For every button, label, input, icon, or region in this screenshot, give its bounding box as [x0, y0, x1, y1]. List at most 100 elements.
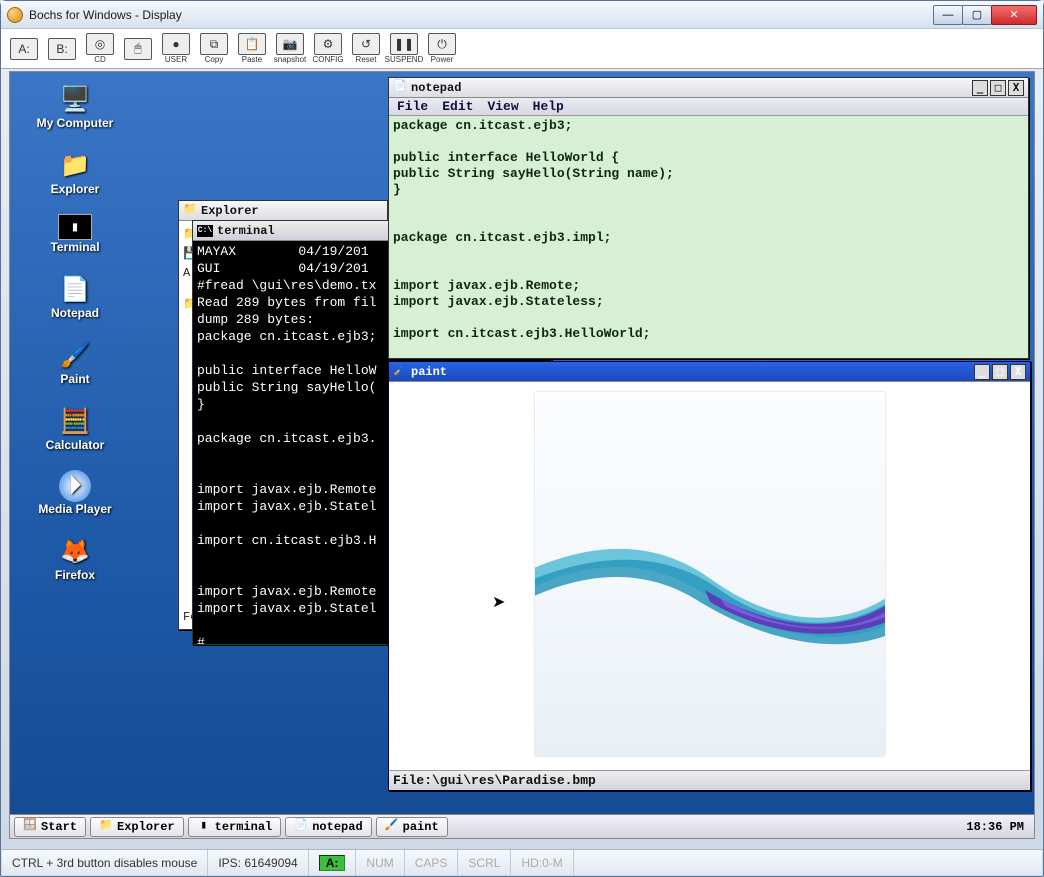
desktop-icon-paint[interactable]: 🖌️Paint	[20, 338, 130, 386]
taskbar-clock: 18:36 PM	[960, 821, 1030, 833]
status-num: NUM	[356, 850, 404, 875]
status-hd: HD:0-M	[511, 850, 573, 875]
taskbar-item-icon: ▮	[197, 820, 211, 834]
taskbar-item-notepad[interactable]: 📄 notepad	[285, 817, 371, 837]
taskbar-item-icon: 📄	[294, 820, 308, 834]
paint-title: paint	[411, 366, 447, 378]
toolbar-label: Paste	[242, 56, 262, 64]
cursor-icon: ➤	[492, 592, 505, 612]
desktop-icon-label: Paint	[60, 372, 89, 386]
desktop-icon-my-computer[interactable]: 🖥️My Computer	[20, 82, 130, 130]
toolbar-glyph: ●	[162, 33, 190, 55]
taskbar-item-icon: 📁	[99, 820, 113, 834]
outer-close-button[interactable]: ✕	[991, 5, 1037, 25]
toolbar-btn-6[interactable]: 📋Paste	[235, 31, 269, 67]
paint-titlebar[interactable]: 🖌️ paint _ □ X	[389, 362, 1030, 382]
desktop-icon-glyph: 🖌️	[56, 338, 94, 372]
notepad-max-button[interactable]: □	[990, 80, 1006, 96]
taskbar-item-explorer[interactable]: 📁 Explorer	[90, 817, 184, 837]
bochs-window: Bochs for Windows - Display — ▢ ✕ A:B:◎C…	[0, 0, 1044, 877]
desktop-icon-terminal[interactable]: ▮Terminal	[20, 214, 130, 254]
taskbar-item-label: Explorer	[117, 821, 175, 833]
terminal-title: terminal	[217, 225, 275, 237]
desktop-icon-glyph: 🧮	[56, 404, 94, 438]
desktop-icon-explorer[interactable]: 📁Explorer	[20, 148, 130, 196]
menu-file[interactable]: File	[397, 98, 428, 115]
notepad-window[interactable]: 📄 notepad _ □ X File Edit View Help pack…	[388, 77, 1029, 359]
toolbar-glyph: ⧉	[200, 33, 228, 55]
toolbar-btn-4[interactable]: ●USER	[159, 31, 193, 67]
desktop-icon-label: Firefox	[55, 568, 95, 582]
menu-help[interactable]: Help	[533, 98, 564, 115]
status-ips: IPS: 61649094	[208, 850, 308, 875]
taskbar-item-label: terminal	[215, 821, 273, 833]
status-scrl: SCRL	[458, 850, 511, 875]
toolbar-label: CONFIG	[312, 56, 343, 64]
desktop-icon-notepad[interactable]: 📄Notepad	[20, 272, 130, 320]
toolbar-btn-7[interactable]: 📷snapshot	[273, 31, 307, 67]
taskbar-item-label: paint	[403, 821, 439, 833]
desktop-icon-label: Notepad	[51, 306, 99, 320]
paint-body[interactable]: ➤	[389, 382, 1030, 770]
status-mouse: CTRL + 3rd button disables mouse	[2, 850, 208, 875]
toolbar-glyph: 📋	[238, 33, 266, 55]
toolbar-label: USER	[165, 56, 187, 64]
outer-title: Bochs for Windows - Display	[29, 8, 182, 22]
toolbar-label: Power	[431, 56, 454, 64]
toolbar-label: Reset	[356, 56, 377, 64]
emulated-desktop[interactable]: 🖥️My Computer📁Explorer▮Terminal📄Notepad🖌…	[9, 71, 1035, 839]
desktop-icon-firefox[interactable]: 🦊Firefox	[20, 534, 130, 582]
explorer-titlebar[interactable]: 📁 Explorer	[179, 201, 387, 221]
outer-titlebar[interactable]: Bochs for Windows - Display — ▢ ✕	[1, 1, 1043, 29]
wave-image	[535, 532, 885, 652]
toolbar-label: snapshot	[274, 56, 306, 64]
desktop-icon-label: My Computer	[37, 116, 114, 130]
toolbar-glyph: 🖱	[124, 38, 152, 60]
desktop-icon-glyph: ⏵	[59, 470, 91, 502]
notepad-body[interactable]: package cn.itcast.ejb3; public interface…	[389, 116, 1028, 358]
desktop-icon-media-player[interactable]: ⏵Media Player	[20, 470, 130, 516]
folder-icon: 📁	[183, 204, 197, 218]
bochs-statusbar: CTRL + 3rd button disables mouse IPS: 61…	[2, 849, 1042, 875]
toolbar-glyph: A:	[10, 38, 38, 60]
terminal-icon: C:\	[197, 225, 213, 237]
taskbar-item-paint[interactable]: 🖌️ paint	[376, 817, 448, 837]
desktop-icon-calculator[interactable]: 🧮Calculator	[20, 404, 130, 452]
explorer-title: Explorer	[201, 205, 259, 217]
taskbar-item-label: notepad	[312, 821, 362, 833]
toolbar-btn-2[interactable]: ◎CD	[83, 31, 117, 67]
desktop-icon-glyph: ▮	[58, 214, 92, 240]
toolbar-btn-5[interactable]: ⧉Copy	[197, 31, 231, 67]
toolbar-btn-9[interactable]: ↺Reset	[349, 31, 383, 67]
notepad-icon: 📄	[393, 81, 407, 95]
toolbar-btn-3[interactable]: 🖱	[121, 31, 155, 67]
toolbar-btn-11[interactable]: ⏻Power	[425, 31, 459, 67]
menu-edit[interactable]: Edit	[442, 98, 473, 115]
toolbar-glyph: ◎	[86, 33, 114, 55]
toolbar-btn-10[interactable]: ❚❚SUSPEND	[387, 31, 421, 67]
toolbar-glyph: ⚙	[314, 33, 342, 55]
taskbar-item-terminal[interactable]: ▮ terminal	[188, 817, 282, 837]
desktop-icon-label: Terminal	[50, 240, 99, 254]
paint-min-button[interactable]: _	[974, 364, 990, 380]
toolbar-btn-0[interactable]: A:	[7, 31, 41, 67]
start-label: Start	[41, 821, 77, 833]
toolbar-label: CD	[94, 56, 106, 64]
notepad-min-button[interactable]: _	[972, 80, 988, 96]
notepad-close-button[interactable]: X	[1008, 80, 1024, 96]
status-a-badge: A:	[319, 855, 346, 871]
toolbar-btn-8[interactable]: ⚙CONFIG	[311, 31, 345, 67]
paint-icon: 🖌️	[393, 365, 407, 379]
paint-canvas[interactable]	[535, 392, 885, 756]
notepad-title: notepad	[411, 82, 461, 94]
menu-view[interactable]: View	[487, 98, 518, 115]
outer-max-button[interactable]: ▢	[962, 5, 992, 25]
outer-min-button[interactable]: —	[933, 5, 963, 25]
toolbar-btn-1[interactable]: B:	[45, 31, 79, 67]
paint-window[interactable]: 🖌️ paint _ □ X ➤	[388, 361, 1031, 791]
taskbar-item-icon: 🖌️	[385, 820, 399, 834]
paint-max-button[interactable]: □	[992, 364, 1008, 380]
start-button[interactable]: 🪟 Start	[14, 817, 86, 837]
paint-close-button[interactable]: X	[1010, 364, 1026, 380]
notepad-titlebar[interactable]: 📄 notepad _ □ X	[389, 78, 1028, 98]
